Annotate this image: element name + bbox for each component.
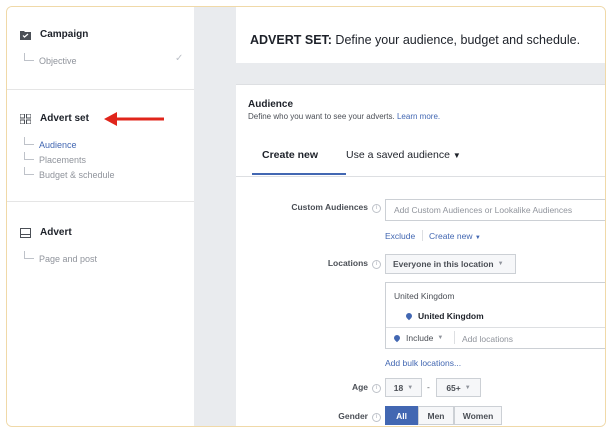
caret-down-icon: ▼ (474, 235, 481, 241)
sidebar-item-label: Budget & schedule (39, 170, 115, 180)
ads-manager-window: Campaign Objective ✓ Advert set Audience… (6, 6, 606, 427)
add-bulk-locations-link[interactable]: Add bulk locations... (385, 358, 461, 368)
info-icon[interactable]: i (372, 384, 381, 393)
selected-location[interactable]: United Kingdom (404, 311, 484, 321)
age-max-dropdown[interactable]: 65+ ▼ (436, 378, 481, 397)
gender-women-button[interactable]: Women (454, 406, 502, 425)
audience-title: Audience (248, 99, 294, 110)
age-max-value: 65+ (446, 382, 461, 393)
location-pin-icon (392, 333, 402, 343)
include-dropdown[interactable]: Include ▼ (392, 333, 444, 343)
custom-audiences-input[interactable]: Add Custom Audiences or Lookalike Audien… (385, 199, 605, 221)
checkmark-icon: ✓ (175, 53, 184, 64)
divider (386, 327, 605, 328)
advert-icon (20, 227, 31, 238)
caret-down-icon: ▼ (497, 261, 504, 267)
tree-connector (24, 251, 34, 259)
sidebar-advert-set-label: Advert set (40, 113, 89, 124)
sidebar-campaign[interactable]: Campaign (20, 29, 88, 40)
audience-card: Audience Define who you want to see your… (236, 84, 605, 426)
tab-saved-audience[interactable]: Use a saved audience ▼ (346, 149, 461, 161)
create-new-label: Create new (429, 231, 473, 241)
location-region: United Kingdom (394, 291, 455, 301)
sidebar-nav: Campaign Objective ✓ Advert set Audience… (7, 7, 194, 426)
location-box: United Kingdom United Kingdom Include ▼ A… (385, 282, 605, 349)
gender-all-button[interactable]: All (385, 406, 418, 425)
tabs-divider (236, 176, 605, 177)
info-icon[interactable]: i (372, 260, 381, 269)
gender-label-text: Gender (338, 411, 368, 421)
selected-location-label: United Kingdom (418, 311, 484, 321)
sidebar-advert[interactable]: Advert (20, 227, 72, 238)
main-panel: ADVERT SET: Define your audience, budget… (194, 7, 605, 426)
sidebar-item-objective[interactable]: Objective (24, 53, 77, 66)
caret-down-icon: ▼ (464, 384, 471, 391)
sidebar-item-label: Page and post (39, 254, 98, 264)
locations-label: Locations i (328, 258, 381, 269)
sidebar-item-budget-schedule[interactable]: Budget & schedule (24, 167, 115, 180)
sidebar-advert-set[interactable]: Advert set (19, 113, 89, 124)
custom-audiences-label: Custom Audiences i (291, 202, 381, 213)
include-label: Include (406, 333, 434, 343)
tab-create-new[interactable]: Create new (262, 149, 318, 161)
sidebar-item-audience[interactable]: Audience (24, 137, 77, 150)
locations-dropdown[interactable]: Everyone in this location ▼ (385, 254, 516, 274)
age-separator: - (427, 382, 430, 392)
locations-dropdown-label: Everyone in this location (393, 259, 494, 269)
learn-more-link[interactable]: Learn more. (397, 112, 440, 121)
input-separator (454, 331, 455, 344)
caret-down-icon: ▼ (452, 151, 461, 160)
divider (7, 201, 194, 202)
folder-icon (20, 30, 31, 40)
tree-connector (24, 167, 34, 175)
exclude-link[interactable]: Exclude (385, 231, 415, 241)
gender-label: Gender i (338, 411, 381, 422)
audience-subtitle: Define who you want to see your adverts.… (248, 112, 440, 121)
age-label-text: Age (351, 382, 368, 392)
page-title-prefix: ADVERT SET: (250, 33, 332, 47)
page-title: ADVERT SET: Define your audience, budget… (250, 33, 580, 47)
sidebar-item-page-and-post[interactable]: Page and post (24, 251, 97, 264)
sidebar-advert-label: Advert (40, 227, 72, 238)
custom-audiences-label-text: Custom Audiences (291, 202, 368, 212)
audience-subtitle-text: Define who you want to see your adverts. (248, 112, 395, 121)
tree-connector (24, 137, 34, 145)
grid-icon (19, 113, 32, 124)
page-title-text: Define your audience, budget and schedul… (331, 33, 581, 47)
locations-label-text: Locations (327, 258, 368, 268)
location-pin-icon (404, 311, 414, 321)
sidebar-item-placements[interactable]: Placements (24, 152, 86, 165)
sidebar-campaign-label: Campaign (40, 29, 89, 40)
sidebar-item-label: Placements (39, 155, 87, 165)
header-card: ADVERT SET: Define your audience, budget… (236, 7, 605, 63)
sidebar-item-label: Audience (39, 140, 77, 150)
active-tab-indicator (252, 173, 346, 175)
link-separator (422, 230, 423, 241)
tree-connector (24, 152, 34, 160)
age-min-dropdown[interactable]: 18 ▼ (385, 378, 422, 397)
age-min-value: 18 (393, 382, 404, 393)
red-arrow-annotation (104, 111, 166, 132)
gender-men-button[interactable]: Men (418, 406, 454, 425)
caret-down-icon: ▼ (407, 384, 414, 391)
divider (7, 89, 194, 90)
info-icon[interactable]: i (372, 413, 381, 422)
caret-down-icon: ▼ (437, 335, 444, 341)
info-icon[interactable]: i (372, 204, 381, 213)
tab-saved-audience-label: Use a saved audience (346, 149, 450, 161)
tree-connector (24, 53, 34, 61)
add-locations-input[interactable]: Add locations (462, 334, 513, 344)
create-new-link[interactable]: Create new ▼ (429, 231, 481, 241)
age-label: Age i (352, 382, 381, 393)
sidebar-item-label: Objective (39, 56, 77, 66)
